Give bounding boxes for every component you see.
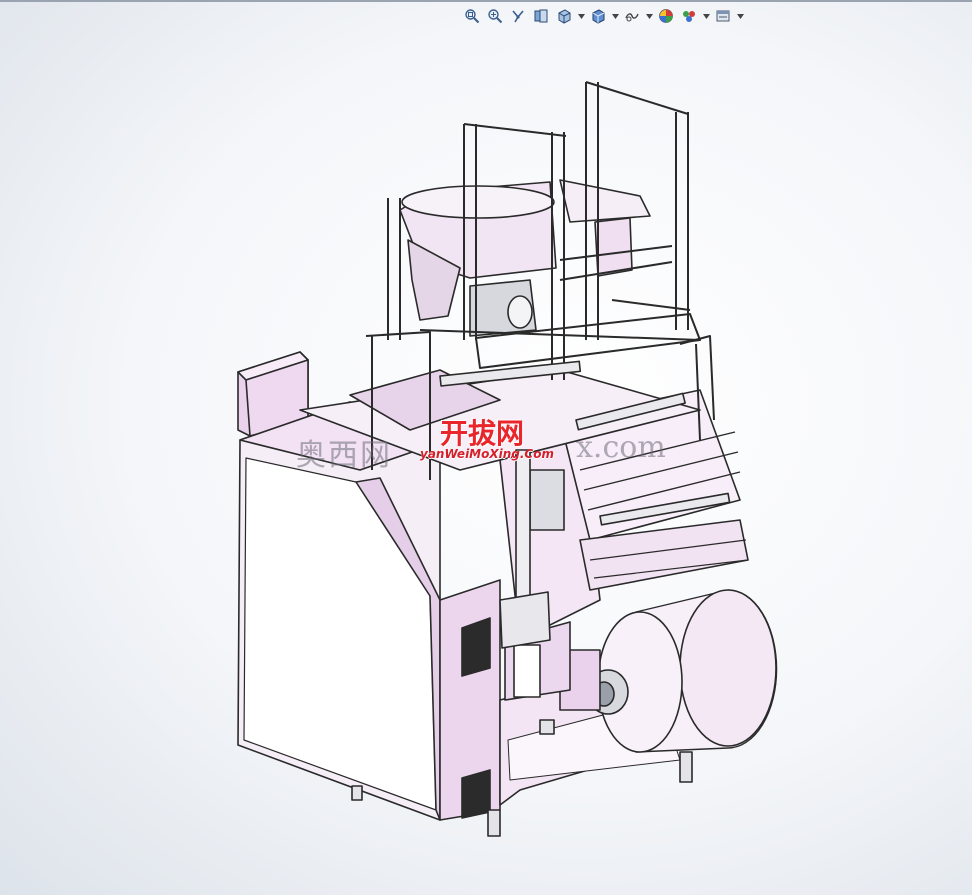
section-view-icon [534, 9, 548, 23]
zoom-to-fit-icon [465, 9, 480, 24]
hide-show-items-icon [625, 13, 639, 22]
edit-appearance-icon [659, 9, 673, 23]
apply-scene-icon [683, 11, 695, 22]
heads-up-view-toolbar [462, 5, 744, 27]
hide-show-items-dropdown[interactable] [645, 6, 653, 26]
chevron-down-icon [702, 13, 710, 19]
zoom-to-area-icon [488, 9, 503, 24]
feed-hopper [399, 179, 651, 337]
display-style-button[interactable] [588, 6, 608, 26]
window-top-border [0, 0, 972, 2]
display-style-dropdown[interactable] [611, 6, 619, 26]
graphics-area[interactable] [0, 30, 972, 895]
view-orientation-dropdown[interactable] [577, 6, 585, 26]
view-settings-button[interactable] [713, 6, 733, 26]
section-view-button[interactable] [531, 6, 551, 26]
view-orientation-button[interactable] [554, 6, 574, 26]
chevron-down-icon [577, 13, 585, 19]
zoom-to-area-button[interactable] [485, 6, 505, 26]
chevron-down-icon [611, 13, 619, 19]
watermark-brand: 开拔网 [440, 417, 525, 450]
hide-show-items-button[interactable] [622, 6, 642, 26]
display-style-icon [592, 9, 605, 24]
watermark-cn-text: 奥西网 [296, 438, 392, 473]
view-settings-icon [716, 10, 730, 22]
watermark-domain: x.com [576, 430, 666, 465]
chevron-down-icon [645, 13, 653, 19]
view-orientation-icon [558, 9, 571, 24]
chevron-down-icon [736, 13, 744, 19]
view-settings-dropdown[interactable] [736, 6, 744, 26]
apply-scene-button[interactable] [679, 6, 699, 26]
zoom-to-fit-button[interactable] [462, 6, 482, 26]
edit-appearance-button[interactable] [656, 6, 676, 26]
previous-view-icon [512, 10, 524, 23]
previous-view-button[interactable] [508, 6, 528, 26]
watermark-url: yanWeiMoXing.Com [420, 447, 554, 461]
apply-scene-dropdown[interactable] [702, 6, 710, 26]
